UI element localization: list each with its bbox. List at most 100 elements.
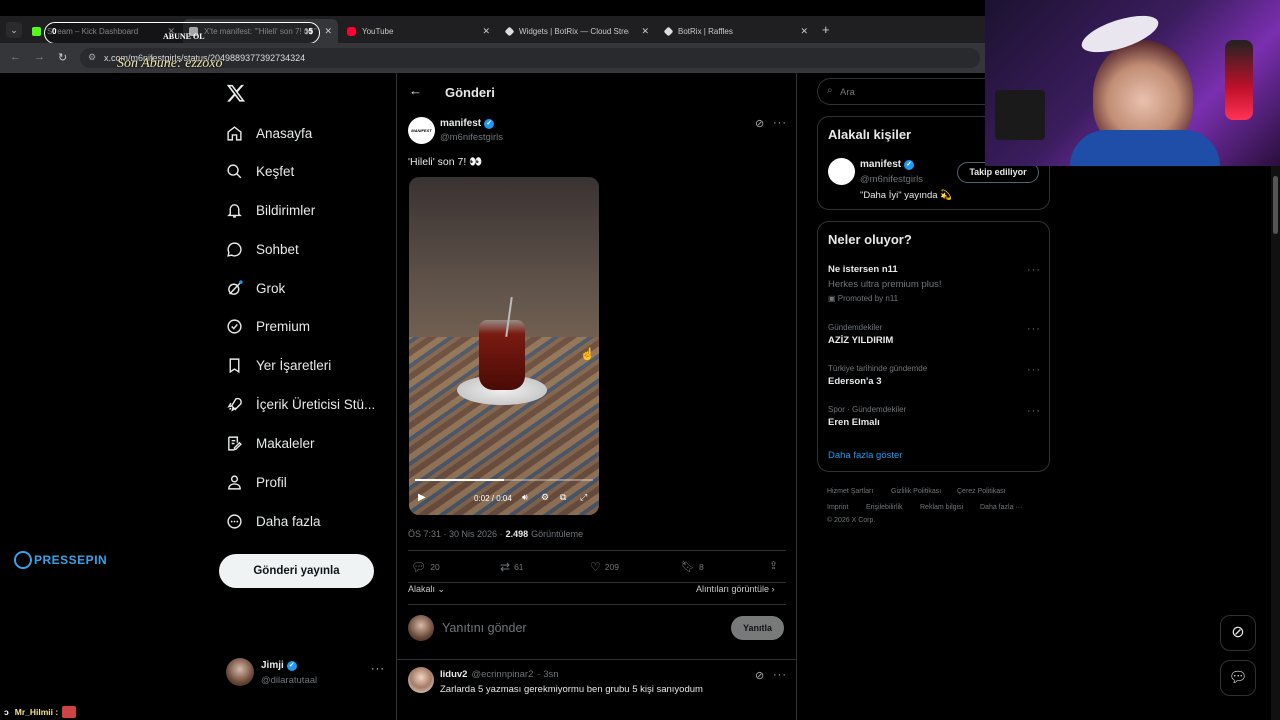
sidebar-item-bookmarks[interactable]: Yer İşaretleri [226, 352, 331, 378]
account-name: Jimji [261, 660, 284, 671]
messages-float-button[interactable]: 💬︎ [1220, 660, 1256, 696]
share-icon[interactable]: ⇪ [769, 559, 778, 572]
volume-icon[interactable]: 🔊︎ [522, 492, 528, 503]
reply-icon: 💬︎ [411, 560, 427, 574]
footer-link[interactable]: Reklam bilgisi [920, 504, 963, 511]
video-progress-fill [415, 479, 504, 481]
related-handle[interactable]: @m6nifestgirls [860, 174, 923, 185]
webcam-microphone [1225, 40, 1253, 120]
author-handle[interactable]: @m6nifestgirls [440, 132, 503, 143]
author-avatar[interactable]: MANIFEST [408, 117, 435, 144]
more-dots-icon[interactable]: ··· [1027, 364, 1041, 376]
related-title: Alakalı kişiler [828, 127, 912, 142]
sidebar-item-home[interactable]: Anasayfa [226, 120, 312, 146]
account-switcher[interactable]: Jimji ✓ @dilaratutaal ··· [226, 658, 386, 690]
reply-stat[interactable]: 💬︎ 20 [411, 560, 440, 574]
close-icon[interactable]: ✕ [324, 26, 332, 37]
related-name[interactable]: manifest [860, 159, 901, 170]
post-column: ← Gönderi MANIFEST manifest ✓ @m6nifestg… [396, 73, 797, 720]
like-stat[interactable]: ♡ 209 [590, 560, 619, 574]
fullscreen-icon[interactable]: ⤢ [580, 492, 587, 503]
tab-search-button[interactable]: ⌄ [6, 22, 22, 38]
back-arrow-icon[interactable]: ← [10, 51, 21, 63]
reply-button[interactable]: Yanıtla [731, 616, 784, 640]
settings-icon[interactable]: ⚙ [541, 492, 549, 503]
bookmark-stat[interactable]: 🔖︎ 8 [681, 560, 704, 573]
sidebar-item-premium[interactable]: Premium [226, 313, 310, 339]
reply-avatar[interactable] [408, 667, 434, 693]
bookmark-icon: 🔖︎ [681, 561, 695, 573]
footer-link[interactable]: Erişilebilirlik [866, 504, 903, 511]
footer-link[interactable]: Imprint [827, 504, 848, 511]
heart-icon: ♡ [590, 560, 601, 574]
reply-author-handle[interactable]: @ecrinnpinar2 [471, 669, 533, 680]
show-more-link[interactable]: Daha fazla göster [828, 450, 902, 461]
trend-item[interactable]: Spor · Gündemdekiler Eren Elmalı ··· [828, 405, 1041, 428]
more-dots-icon[interactable]: ··· [773, 669, 787, 681]
video-player[interactable]: ▶ 0:02 / 0:04 🔊︎ ⚙ ⧉ ⤢ [409, 177, 599, 515]
search-placeholder: Ara [840, 87, 855, 98]
scrollbar[interactable] [1271, 166, 1280, 720]
bookmark-icon [229, 357, 240, 373]
search-input[interactable]: ⌕ Ara [817, 78, 987, 105]
repost-stat[interactable]: ⇄ 61 [500, 560, 524, 574]
more-dots-icon[interactable]: ··· [1027, 264, 1041, 276]
sidebar-item-chat[interactable]: Sohbet [226, 236, 299, 262]
trend-item[interactable]: Gündemdekiler AZİZ YILDIRIM ··· [828, 323, 1041, 346]
account-handle: @dilaratutaal [261, 675, 318, 686]
pip-icon[interactable]: ⧉ [560, 492, 566, 503]
grok-float-button[interactable]: ⊘ [1220, 615, 1256, 651]
related-avatar[interactable] [828, 158, 855, 185]
forward-arrow-icon[interactable]: → [34, 51, 45, 63]
reply-author-name[interactable]: liduv2 [440, 669, 467, 680]
more-dots-icon[interactable]: ··· [773, 117, 787, 129]
trend-item[interactable]: Ne istersen n11 Herkes ultra premium plu… [828, 264, 1041, 303]
scrollbar-thumb[interactable] [1273, 176, 1278, 234]
footer-link[interactable]: Gizlilik Politikası [891, 488, 941, 495]
footer-link[interactable]: Daha fazla ··· [980, 504, 1022, 511]
sidebar-item-grok[interactable]: Grok [226, 275, 285, 301]
back-arrow-icon[interactable]: ← [409, 83, 422, 98]
view-quotes-link[interactable]: Alıntıları görüntüle › [696, 584, 775, 594]
close-icon[interactable]: ✕ [482, 26, 490, 37]
site-info-icon[interactable]: ⚙ [88, 52, 96, 63]
tab-title: YouTube [362, 26, 394, 36]
more-dots-icon[interactable]: ··· [1027, 405, 1041, 417]
sidebar-item-more[interactable]: Daha fazla [226, 508, 321, 534]
grok-icon: ⊘ [1231, 624, 1245, 641]
tab-botrix-raffles[interactable]: BotRix | Raffles ✕ [659, 19, 814, 43]
trend-context: Gündemdekiler [828, 323, 883, 332]
new-tab-button[interactable]: + [822, 22, 830, 37]
video-progress-track[interactable] [415, 479, 593, 481]
sort-dropdown[interactable]: Alakalı ⌄ [408, 584, 445, 595]
footer-link[interactable]: Hizmet Şartları [827, 488, 873, 495]
close-icon[interactable]: ✕ [800, 26, 808, 37]
divider [408, 604, 786, 605]
grok-icon[interactable]: ⊘ [755, 669, 764, 682]
sidebar-item-notifications[interactable]: Bildirimler [226, 197, 315, 223]
close-icon[interactable]: ✕ [641, 26, 649, 37]
reload-icon[interactable]: ↻ [58, 51, 67, 64]
reply-input[interactable]: Yanıtını gönder [442, 621, 527, 635]
sidebar-item-creator-studio[interactable]: İçerik Üreticisi Stü... [226, 391, 375, 417]
post-button[interactable]: Gönderi yayınla [219, 554, 374, 588]
avatar [408, 615, 434, 641]
more-dots-icon[interactable]: ··· [371, 663, 385, 675]
tab-botrix-widgets[interactable]: Widgets | BotRix — Cloud Stream ✕ [500, 19, 655, 43]
verified-icon: ✓ [904, 159, 915, 170]
x-logo-icon[interactable] [226, 83, 246, 103]
sidebar-item-label: Grok [256, 280, 286, 296]
author-name[interactable]: manifest [440, 118, 481, 129]
trend-item[interactable]: Türkiye tarihinde gündemde Ederson'a 3 ·… [828, 364, 1041, 387]
premium-icon [227, 318, 242, 334]
grok-icon[interactable]: ⊘ [755, 117, 764, 130]
footer-link[interactable]: Çerez Politikası [957, 488, 1006, 495]
sidebar-item-explore[interactable]: Keşfet [226, 158, 294, 184]
tab-youtube[interactable]: YouTube ✕ [341, 19, 496, 43]
more-dots-icon[interactable]: ··· [1027, 323, 1041, 335]
sidebar-item-profile[interactable]: Profil [226, 469, 287, 495]
sidebar-item-articles[interactable]: Makaleler [226, 430, 315, 456]
trends-title: Neler oluyor? [828, 232, 912, 247]
verified-icon: ✓ [484, 118, 495, 129]
play-icon[interactable]: ▶ [418, 492, 426, 503]
